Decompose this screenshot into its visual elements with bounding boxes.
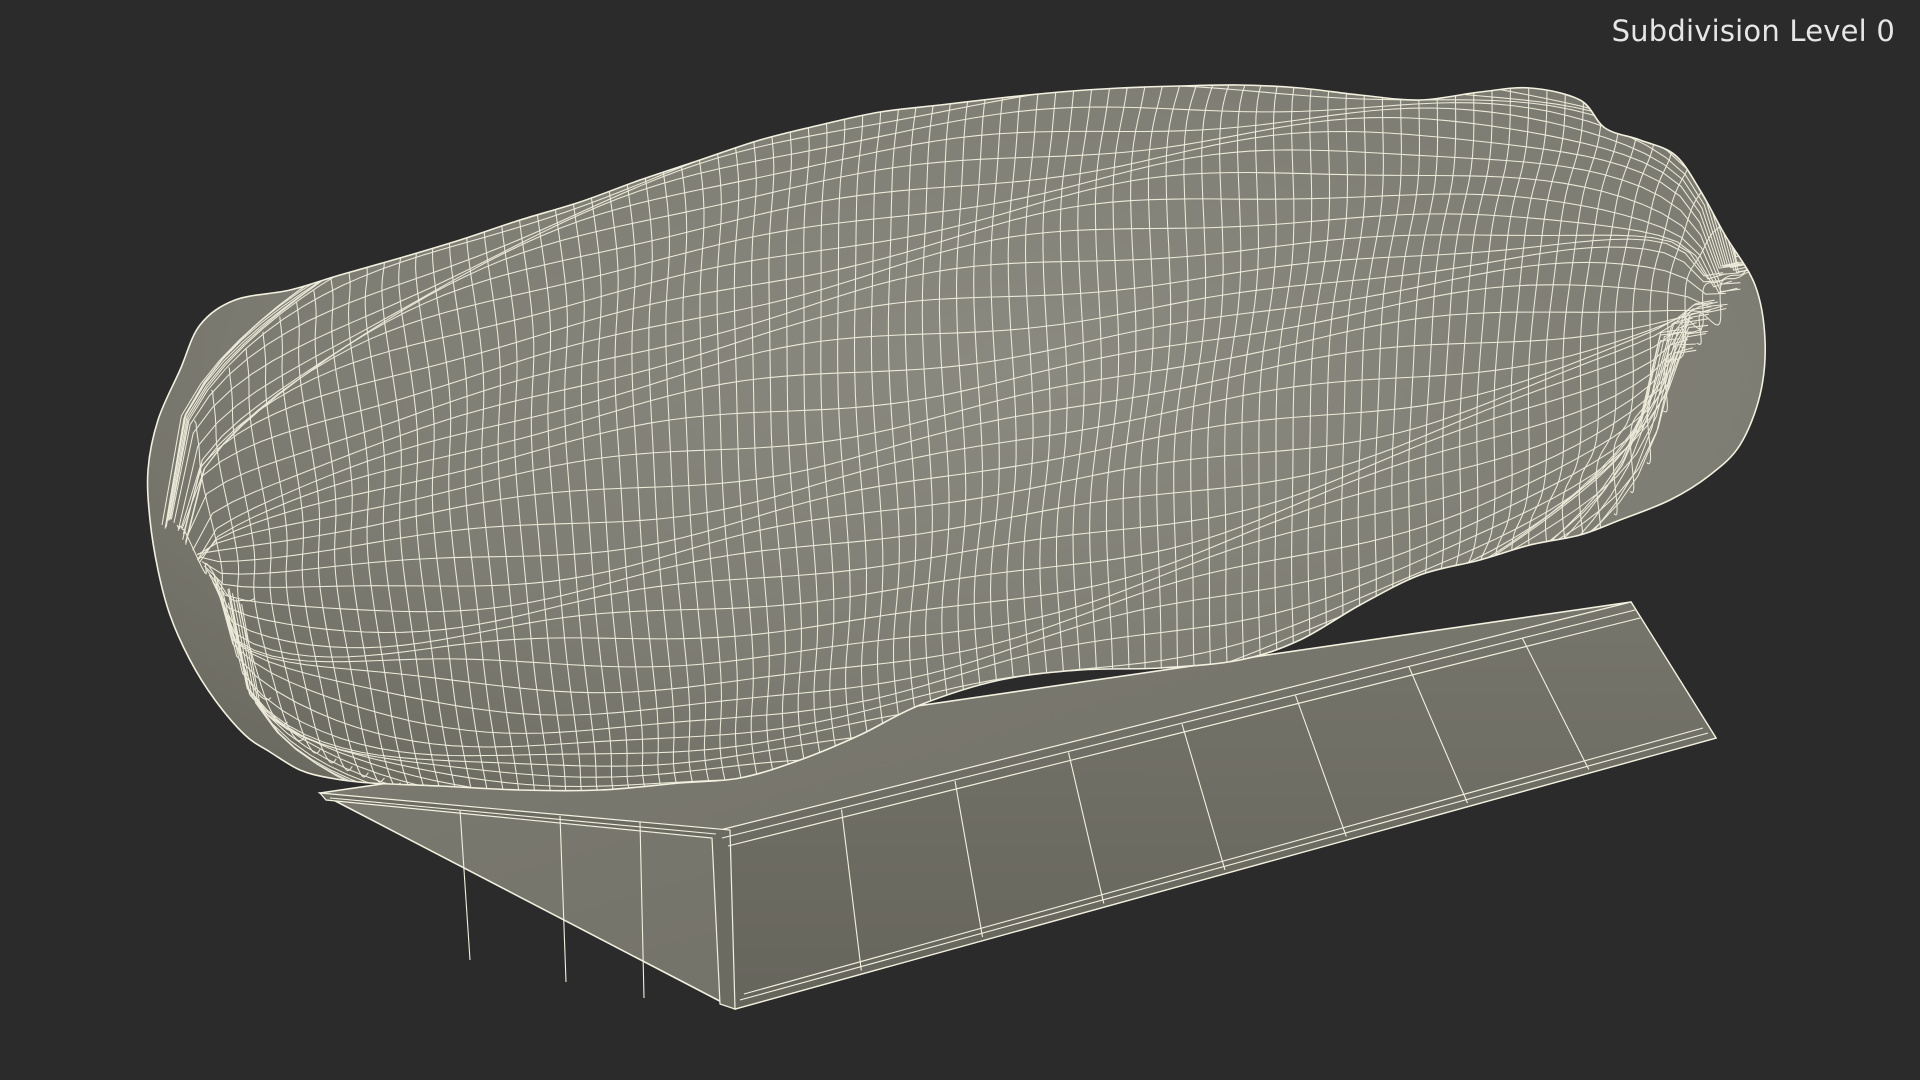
- wireframe-model-render[interactable]: [0, 0, 1920, 1080]
- subdivision-level-label: Subdivision Level 0: [1611, 14, 1895, 48]
- 3d-viewport[interactable]: Subdivision Level 0: [0, 0, 1920, 1080]
